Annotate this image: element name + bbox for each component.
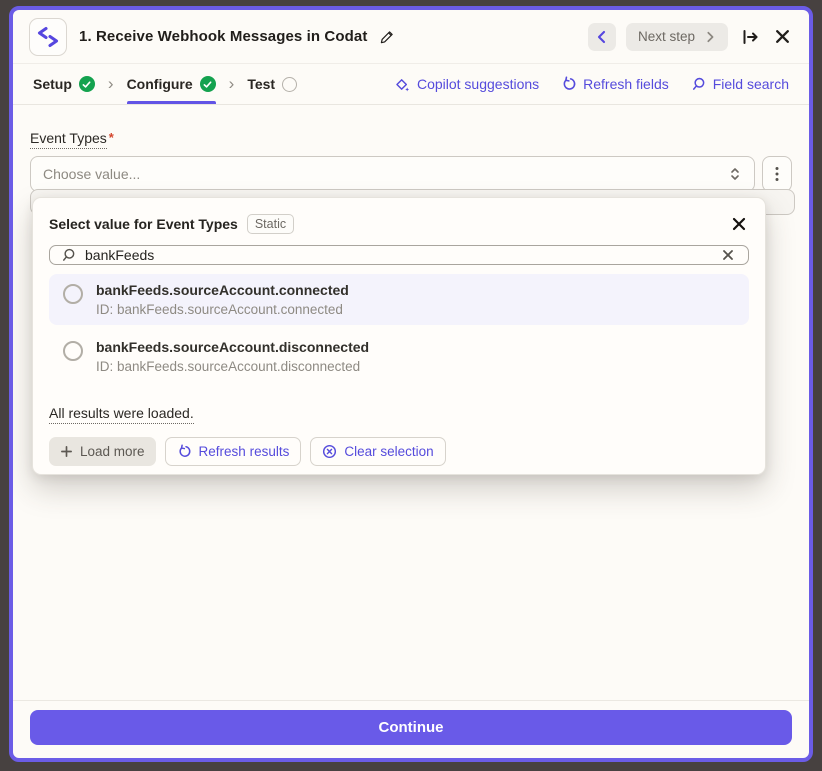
dropdown-searchbox [49,245,749,265]
collapse-panel-icon[interactable] [738,25,762,49]
search-icon [691,76,707,92]
option-bankfeeds-disconnected[interactable]: bankFeeds.sourceAccount.disconnected ID:… [49,331,749,382]
radio-icon[interactable] [63,341,83,361]
refresh-icon [177,444,192,459]
chevron-right-icon [704,31,716,43]
field-search-link[interactable]: Field search [691,76,789,92]
combobox-placeholder: Choose value... [43,166,140,182]
step-editor-modal: 1. Receive Webhook Messages in Codat Nex… [9,6,813,762]
radio-icon[interactable] [63,284,83,304]
incomplete-circle-icon [282,77,297,92]
tab-setup-label: Setup [33,76,72,92]
clear-search-icon[interactable] [719,246,737,264]
plus-icon [60,445,73,458]
copilot-sparkle-icon [394,76,411,93]
tab-configure[interactable]: Configure [127,64,216,104]
next-step-button[interactable]: Next step [626,23,728,51]
option-id: ID: bankFeeds.sourceAccount.disconnected [96,359,369,374]
step-title: 1. Receive Webhook Messages in Codat [79,28,367,45]
chevron-updown-icon [728,166,742,182]
step-tabbar: Setup › Configure › Test Copilot suggest… [13,64,809,105]
check-circle-icon [200,76,216,92]
tab-setup[interactable]: Setup [33,64,95,104]
edit-title-icon[interactable] [379,29,395,45]
field-menu-button[interactable] [762,156,792,192]
close-icon[interactable] [772,26,793,47]
modal-footer: Continue [13,700,809,758]
chevron-separator-icon: › [108,75,114,94]
dropdown-footer-buttons: Load more Refresh results [49,437,749,466]
configure-form: Event Types * Choose value... [13,105,809,700]
field-toolbar: Copilot suggestions Refresh fields Field… [394,76,789,93]
option-label: bankFeeds.sourceAccount.disconnected [96,339,369,355]
event-types-dropdown-panel: Select value for Event Types Static [32,197,766,475]
tab-test[interactable]: Test [247,64,297,104]
dropdown-footer: All results were loaded. Load more [33,392,765,480]
codat-logo-icon [29,18,67,56]
refresh-results-button[interactable]: Refresh results [165,437,302,466]
dropdown-options-list: bankFeeds.sourceAccount.connected ID: ba… [33,274,765,388]
dropdown-header: Select value for Event Types Static [33,198,765,245]
search-icon [61,247,77,263]
copilot-suggestions-link[interactable]: Copilot suggestions [394,76,539,93]
load-more-button[interactable]: Load more [49,437,156,466]
tab-configure-label: Configure [127,76,193,92]
clear-selection-button[interactable]: Clear selection [310,437,445,466]
dropdown-title: Select value for Event Types [49,216,238,232]
refresh-icon [561,76,577,92]
check-circle-icon [79,76,95,92]
dropdown-close-icon[interactable] [729,214,749,234]
dropdown-search-input[interactable] [85,247,711,263]
chevron-separator-icon: › [229,75,235,94]
step-header: 1. Receive Webhook Messages in Codat Nex… [13,10,809,64]
required-marker: * [109,130,114,145]
continue-button[interactable]: Continue [30,710,792,745]
previous-step-button[interactable] [588,23,616,51]
header-actions: Next step [588,23,793,51]
results-status-text: All results were loaded. [49,405,194,424]
option-id: ID: bankFeeds.sourceAccount.connected [96,302,349,317]
kebab-menu-icon [775,166,779,182]
event-types-combobox[interactable]: Choose value... [30,156,755,192]
tab-test-label: Test [247,76,275,92]
refresh-fields-link[interactable]: Refresh fields [561,76,669,92]
next-step-label: Next step [638,29,695,44]
static-badge: Static [247,214,294,234]
option-label: bankFeeds.sourceAccount.connected [96,282,349,298]
circle-x-icon [322,444,337,459]
option-bankfeeds-connected[interactable]: bankFeeds.sourceAccount.connected ID: ba… [49,274,749,325]
event-types-input-row: Choose value... [30,156,792,192]
event-types-label-row: Event Types * [30,130,792,149]
event-types-label: Event Types [30,130,107,149]
